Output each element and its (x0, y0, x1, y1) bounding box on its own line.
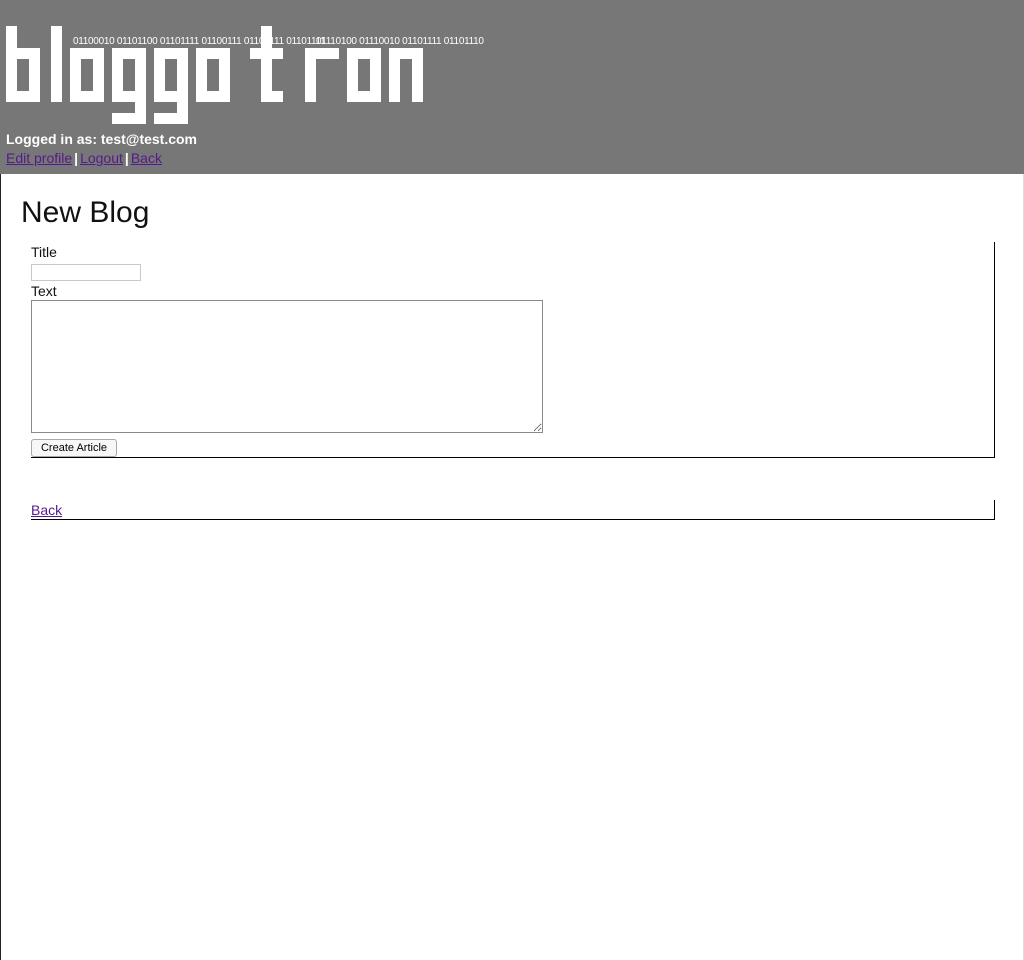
logout-link[interactable]: Logout (80, 150, 123, 166)
text-label: Text (31, 283, 57, 299)
text-textarea[interactable] (31, 300, 543, 433)
page-title: New Blog (21, 196, 150, 229)
page-frame-left (0, 174, 1, 960)
header-back-link[interactable]: Back (131, 150, 162, 166)
create-article-button[interactable]: Create Article (31, 439, 117, 457)
site-header: 01100010 01101100 01101111 01100111 0110… (0, 0, 1024, 174)
title-label: Title (31, 244, 57, 260)
nav-separator: | (74, 150, 79, 166)
logo-binary-left: 01100010 01101100 01101111 01100111 0110… (73, 36, 326, 47)
logo-binary-right: 01110100 01110010 01101111 01101110 (316, 36, 484, 47)
user-nav: Edit profile | Logout | Back (6, 150, 162, 166)
back-section: Back (31, 500, 995, 520)
back-link[interactable]: Back (31, 502, 62, 518)
edit-profile-link[interactable]: Edit profile (6, 150, 72, 166)
nav-separator: | (124, 150, 129, 166)
logged-in-status: Logged in as: test@test.com (6, 131, 198, 147)
title-input[interactable] (31, 264, 141, 281)
new-blog-form: Title Text Create Article (31, 242, 995, 458)
